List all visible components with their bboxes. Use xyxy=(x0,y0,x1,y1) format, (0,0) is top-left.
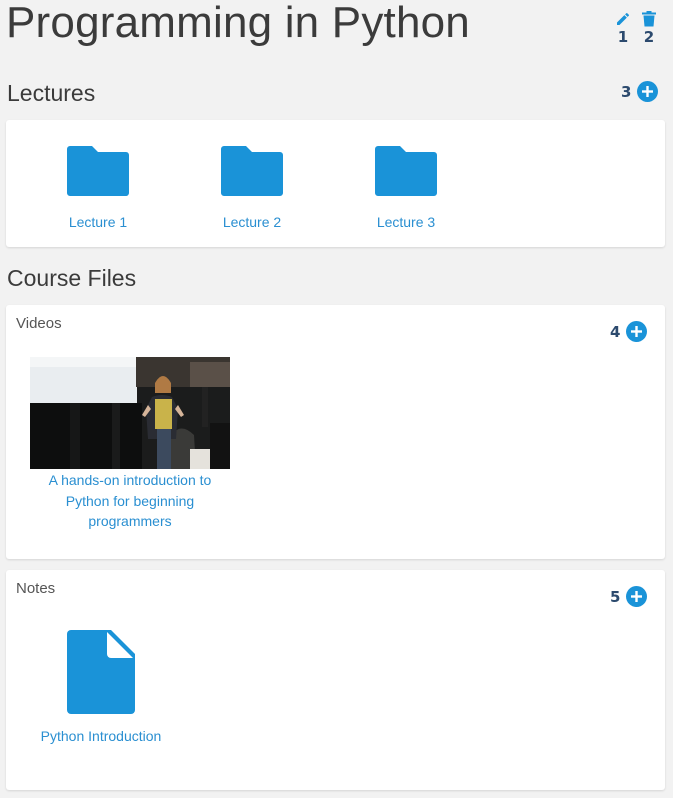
videos-heading: Videos xyxy=(16,315,62,332)
folder-icon xyxy=(375,146,437,196)
note-item[interactable]: Python Introduction xyxy=(36,630,166,744)
notes-card: Notes 5 Python Introduction xyxy=(6,570,665,790)
course-page: Programming in Python 1 2 Lectures 3 Lec… xyxy=(0,0,673,798)
pencil-icon[interactable] xyxy=(614,10,632,28)
video-caption[interactable]: A hands-on introduction to Python for be… xyxy=(30,470,230,532)
lecture-folder-label[interactable]: Lecture 3 xyxy=(377,214,435,230)
lecture-folder-2[interactable]: Lecture 2 xyxy=(187,146,317,230)
lecture-folder-label[interactable]: Lecture 2 xyxy=(223,214,281,230)
video-thumbnail[interactable] xyxy=(30,357,230,469)
lectures-add-number-label: 3 xyxy=(621,82,632,101)
plus-icon xyxy=(631,591,643,602)
lecture-folder-3[interactable]: Lecture 3 xyxy=(341,146,471,230)
videos-add-number-label: 4 xyxy=(610,322,621,341)
notes-add-number-label: 5 xyxy=(610,587,621,606)
add-video-button[interactable] xyxy=(626,321,648,342)
course-actions: 1 2 xyxy=(614,10,658,46)
add-note-button[interactable] xyxy=(626,586,648,607)
add-lecture-button[interactable] xyxy=(637,81,659,102)
plus-icon xyxy=(642,86,654,97)
trash-icon[interactable] xyxy=(640,10,658,28)
notes-add-group: 5 xyxy=(610,586,648,607)
folder-icon xyxy=(221,146,283,196)
delete-number-label: 2 xyxy=(643,28,655,46)
video-item[interactable]: A hands-on introduction to Python for be… xyxy=(30,357,232,532)
lectures-section-title: Lectures xyxy=(7,80,96,106)
lecture-folder-1[interactable]: Lecture 1 xyxy=(33,146,163,230)
edit-number-label: 1 xyxy=(617,28,629,46)
course-files-section-title: Course Files xyxy=(7,265,137,291)
page-title: Programming in Python xyxy=(6,0,470,47)
lecture-folder-label[interactable]: Lecture 1 xyxy=(69,214,127,230)
notes-heading: Notes xyxy=(16,580,56,597)
video-thumbnail-image xyxy=(30,357,230,469)
edit-action: 1 xyxy=(614,10,632,46)
videos-add-group: 4 xyxy=(610,321,648,342)
folder-icon xyxy=(67,146,129,196)
note-label[interactable]: Python Introduction xyxy=(41,728,162,744)
delete-action: 2 xyxy=(640,10,658,46)
lectures-add-group: 3 xyxy=(621,81,659,102)
document-icon xyxy=(67,630,135,714)
videos-card: Videos 4 A hands-on introduction to Pyth… xyxy=(6,305,665,559)
plus-icon xyxy=(631,326,643,337)
lectures-card: Lecture 1 Lecture 2 Lecture 3 xyxy=(6,120,665,247)
